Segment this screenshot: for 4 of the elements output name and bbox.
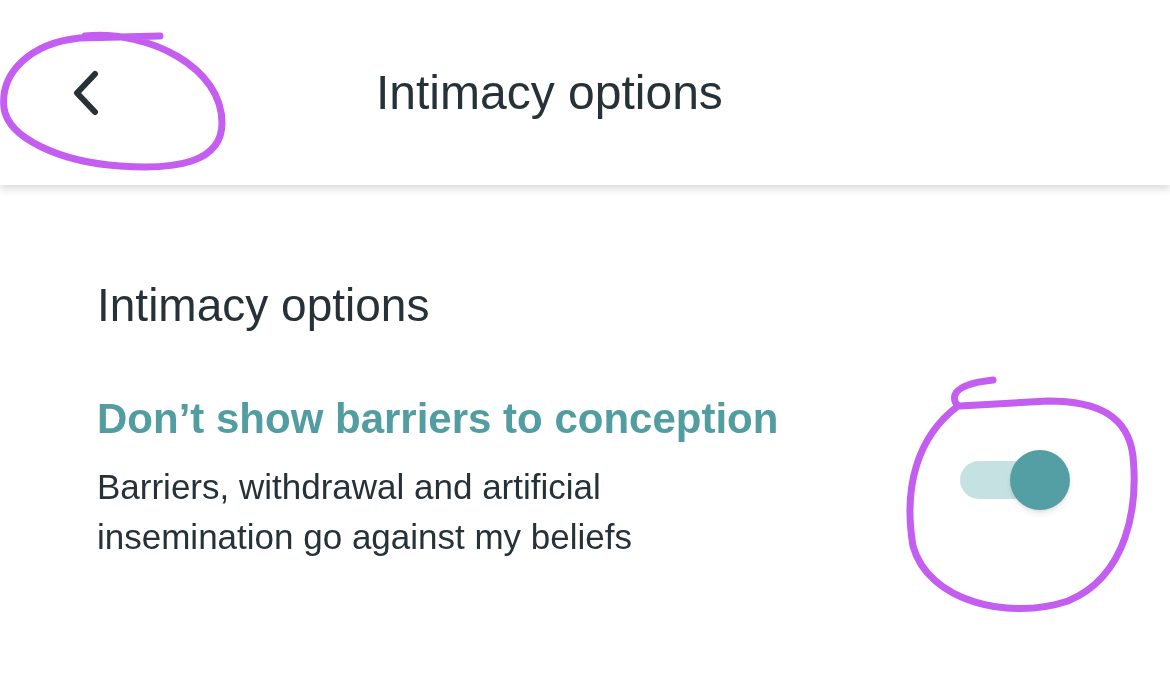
screen-title: Intimacy options	[376, 68, 723, 117]
toggle-switch[interactable]	[958, 448, 1070, 512]
setting-description: Barriers, withdrawal and artificial insemination go against my beliefs	[97, 466, 633, 558]
setting-title: Don’t show barriers to conception	[97, 398, 779, 440]
